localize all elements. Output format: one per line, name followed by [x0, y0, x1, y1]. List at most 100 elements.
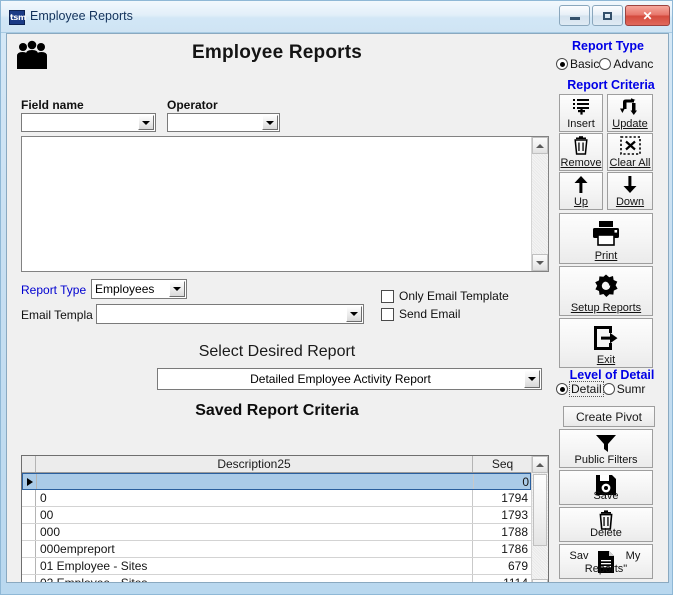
- table-row[interactable]: 01794: [22, 490, 531, 507]
- save-my-reports-button[interactable]: Sav My Reports": [559, 544, 653, 579]
- field-name-combo[interactable]: [21, 113, 156, 132]
- level-detail-radio[interactable]: [556, 383, 568, 395]
- chevron-down-icon[interactable]: [169, 281, 185, 297]
- public-filters-label: Public Filters: [560, 454, 652, 466]
- close-button[interactable]: ✕: [625, 5, 670, 26]
- cell-seq[interactable]: 1793: [473, 507, 531, 523]
- cell-seq[interactable]: 0: [474, 474, 531, 489]
- remove-button[interactable]: Remove: [559, 133, 603, 171]
- remove-button-label: Remove: [560, 157, 602, 169]
- report-type-basic-radio[interactable]: [556, 58, 568, 70]
- refresh-arrows-icon: [608, 97, 652, 117]
- save-button[interactable]: Save: [559, 470, 653, 505]
- table-row[interactable]: 01 Employee - Sites679: [22, 558, 531, 575]
- grid-vertical-scrollbar[interactable]: [531, 456, 548, 583]
- grid-header-description[interactable]: Description25: [36, 456, 473, 472]
- window-controls: ✕: [559, 5, 670, 26]
- exit-button[interactable]: Exit: [559, 318, 653, 368]
- move-up-button[interactable]: Up: [559, 172, 603, 210]
- grid-corner-header: [22, 456, 36, 472]
- right-report-type-heading: Report Type: [553, 39, 663, 53]
- cell-seq[interactable]: 1786: [473, 541, 531, 557]
- clear-all-button[interactable]: Clear All: [607, 133, 653, 171]
- field-name-label: Field name: [21, 98, 84, 112]
- cell-seq[interactable]: 679: [473, 558, 531, 574]
- setup-reports-button-label: Setup Reports: [560, 302, 652, 314]
- table-row[interactable]: 0001788: [22, 524, 531, 541]
- chevron-down-icon[interactable]: [524, 370, 540, 388]
- report-type-combo[interactable]: Employees: [91, 279, 187, 299]
- select-report-heading: Select Desired Report: [7, 343, 547, 361]
- cell-seq[interactable]: 1114: [473, 575, 531, 583]
- chevron-down-icon[interactable]: [346, 306, 362, 322]
- cell-description[interactable]: 0: [36, 490, 473, 506]
- move-down-button[interactable]: Down: [607, 172, 653, 210]
- gear-icon: [560, 272, 652, 300]
- report-type-radio-group: Basic Advanc: [556, 57, 653, 71]
- select-report-combo[interactable]: Detailed Employee Activity Report: [157, 368, 542, 390]
- row-indicator[interactable]: [22, 524, 36, 540]
- minimize-button[interactable]: [559, 5, 590, 26]
- setup-reports-button[interactable]: Setup Reports: [559, 266, 653, 316]
- send-email-checkbox[interactable]: [381, 308, 394, 321]
- update-button-label: Update: [608, 118, 652, 130]
- row-indicator[interactable]: [22, 541, 36, 557]
- print-button-label: Print: [560, 250, 652, 262]
- scroll-down-button[interactable]: [532, 254, 548, 271]
- table-row[interactable]: 001793: [22, 507, 531, 524]
- email-template-combo[interactable]: [96, 304, 364, 324]
- operator-combo[interactable]: [167, 113, 280, 132]
- print-button[interactable]: Print: [559, 213, 653, 264]
- only-email-template-checkbox[interactable]: [381, 290, 394, 303]
- cell-description[interactable]: 000empreport: [36, 541, 473, 557]
- maximize-button[interactable]: [592, 5, 623, 26]
- cell-seq[interactable]: 1788: [473, 524, 531, 540]
- arrow-down-icon: [608, 175, 652, 195]
- level-summary-label[interactable]: Sumr: [617, 382, 646, 396]
- row-indicator[interactable]: [22, 507, 36, 523]
- save-my-reports-label-1: Sav: [560, 550, 598, 562]
- grid-header-seq[interactable]: Seq: [473, 456, 533, 472]
- cell-description[interactable]: [37, 474, 474, 489]
- clear-all-icon: [608, 136, 652, 155]
- cell-description[interactable]: 02 Employee - Sites: [36, 575, 473, 583]
- level-of-detail-radio-group: Detail Sumr: [556, 382, 645, 396]
- page-title: Employee Reports: [7, 42, 547, 64]
- grid-scroll-thumb[interactable]: [533, 474, 547, 546]
- level-detail-label[interactable]: Detail: [570, 382, 603, 396]
- level-summary-radio[interactable]: [603, 383, 615, 395]
- insert-button[interactable]: Insert: [559, 94, 603, 132]
- app-icon: tsm: [9, 10, 25, 25]
- cell-description[interactable]: 01 Employee - Sites: [36, 558, 473, 574]
- delete-button[interactable]: Delete: [559, 507, 653, 542]
- report-type-advanced-label[interactable]: Advanc: [613, 57, 653, 71]
- scroll-up-button[interactable]: [532, 137, 548, 154]
- cell-seq[interactable]: 1794: [473, 490, 531, 506]
- report-type-label: Report Type: [21, 283, 86, 297]
- client-area: Employee Reports Field name Operator Rep…: [6, 33, 669, 583]
- row-indicator[interactable]: [23, 474, 37, 489]
- table-row[interactable]: 0: [22, 473, 531, 490]
- cell-description[interactable]: 00: [36, 507, 473, 523]
- delete-button-label: Delete: [560, 527, 652, 539]
- chevron-down-icon[interactable]: [138, 115, 154, 130]
- create-pivot-button[interactable]: Create Pivot: [563, 406, 655, 427]
- saved-criteria-grid[interactable]: Description25 Seq 0017940017930001788000…: [21, 455, 549, 583]
- grid-scroll-up-button[interactable]: [532, 456, 548, 473]
- table-row[interactable]: 02 Employee - Sites1114: [22, 575, 531, 583]
- row-indicator[interactable]: [22, 558, 36, 574]
- window-title: Employee Reports: [30, 9, 133, 23]
- update-button[interactable]: Update: [607, 94, 653, 132]
- report-type-advanced-radio[interactable]: [599, 58, 611, 70]
- grid-scroll-down-button[interactable]: [532, 579, 548, 583]
- criteria-list-scrollbar[interactable]: [531, 137, 548, 271]
- exit-button-label: Exit: [560, 354, 652, 366]
- row-indicator[interactable]: [22, 490, 36, 506]
- public-filters-button[interactable]: Public Filters: [559, 429, 653, 468]
- report-type-basic-label[interactable]: Basic: [570, 57, 599, 71]
- cell-description[interactable]: 000: [36, 524, 473, 540]
- criteria-list[interactable]: [21, 136, 549, 272]
- row-indicator[interactable]: [22, 575, 36, 583]
- chevron-down-icon[interactable]: [262, 115, 278, 130]
- table-row[interactable]: 000empreport1786: [22, 541, 531, 558]
